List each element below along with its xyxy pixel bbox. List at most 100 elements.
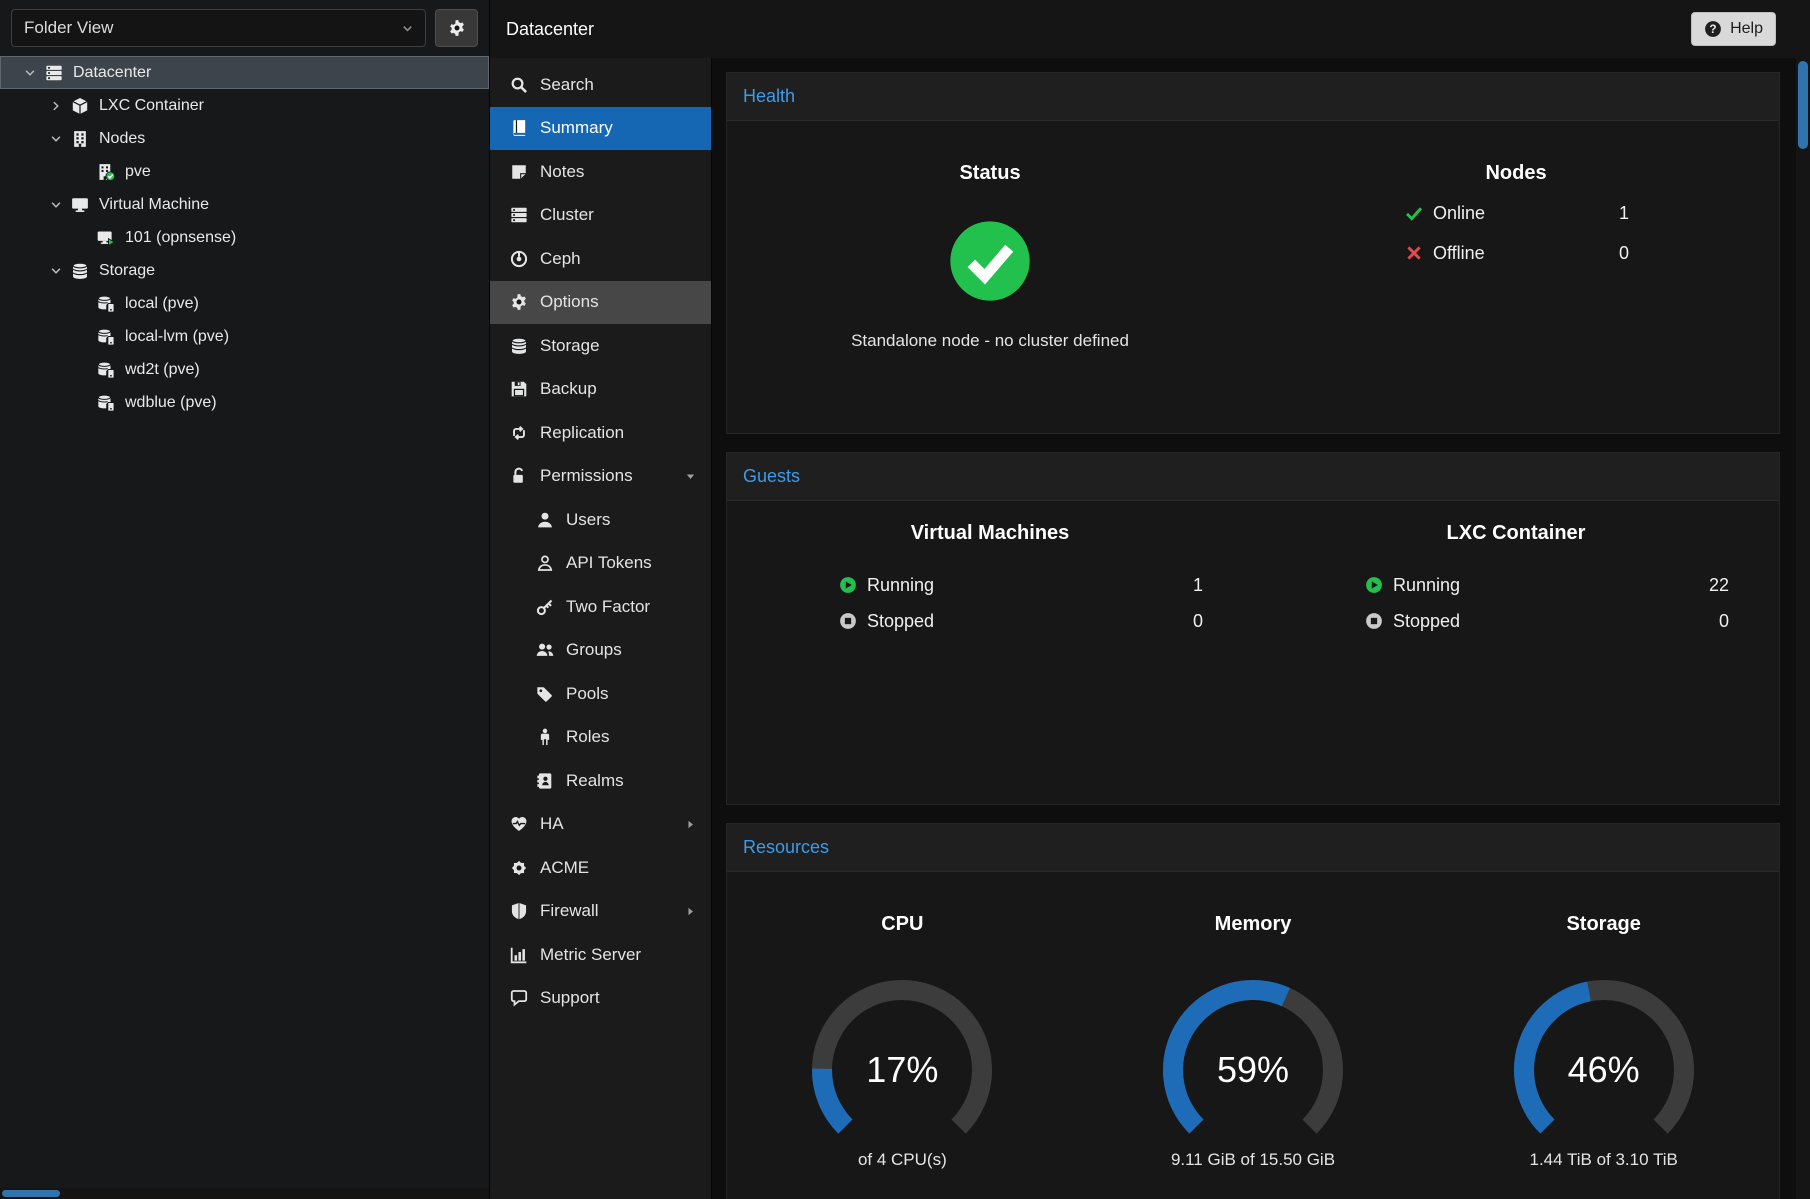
menu-item-search[interactable]: Search <box>490 63 711 107</box>
menu-item-label: Realms <box>566 771 624 791</box>
tree-item-label: Virtual Machine <box>99 196 209 214</box>
tree-item-label: local-lvm (pve) <box>125 328 229 346</box>
expander-down-icon[interactable] <box>18 66 42 80</box>
workspace: Datacenter ? Help SearchSummaryNotesClus… <box>490 0 1810 1199</box>
menu-item-label: Backup <box>540 379 597 399</box>
menu-item-label: Cluster <box>540 205 594 225</box>
gauge-caption: of 4 CPU(s) <box>727 1150 1078 1170</box>
guest-status-value: 22 <box>1709 575 1729 596</box>
server-icon <box>42 64 66 82</box>
menu-item-label: Users <box>566 510 610 530</box>
expander-down-icon[interactable] <box>44 264 68 278</box>
book-icon <box>508 119 530 137</box>
menu-item-support[interactable]: Support <box>490 977 711 1021</box>
chart-icon <box>508 946 530 964</box>
view-mode-select[interactable]: Folder View <box>11 9 426 47</box>
gauge-cpu: CPU17%of 4 CPU(s) <box>727 872 1078 1199</box>
guest-status-row-stopped: Stopped0 <box>837 603 1203 639</box>
user-icon <box>534 511 556 529</box>
menu-item-options[interactable]: Options <box>490 281 711 325</box>
guest-status-rows: Running22Stopped0 <box>1363 567 1729 639</box>
vertical-scrollbar-thumb[interactable] <box>1798 61 1808 149</box>
unlock-icon <box>508 467 530 485</box>
menu-item-label: Replication <box>540 423 624 443</box>
tree-item-storage[interactable]: Storage <box>0 254 489 287</box>
gear-icon <box>508 293 530 311</box>
resources-gauges: CPU17%of 4 CPU(s)Memory59%9.11 GiB of 15… <box>727 872 1779 1199</box>
tree-item-wdblue-pve[interactable]: wdblue (pve) <box>0 386 489 419</box>
proxmox-app: Folder View Datacenter LXC Container Nodes… <box>0 0 1810 1199</box>
menu-item-api-tokens[interactable]: API Tokens <box>490 542 711 586</box>
menu-item-permissions[interactable]: Permissions <box>490 455 711 499</box>
tree-settings-button[interactable] <box>435 9 478 47</box>
tree-item-virtual-machine[interactable]: Virtual Machine <box>0 188 489 221</box>
stop-icon <box>837 612 859 630</box>
menu-item-realms[interactable]: Realms <box>490 759 711 803</box>
menu-item-metric-server[interactable]: Metric Server <box>490 933 711 977</box>
menu-item-ceph[interactable]: Ceph <box>490 237 711 281</box>
health-panel: Health Status Standalone node - no clust… <box>726 72 1780 434</box>
cross-icon <box>1403 244 1425 262</box>
monitor-icon <box>68 196 92 214</box>
tree-item-label: LXC Container <box>99 97 204 115</box>
run-icon <box>1363 576 1385 594</box>
help-button[interactable]: ? Help <box>1691 12 1776 46</box>
tree-item-pve[interactable]: pve <box>0 155 489 188</box>
content-area: Health Status Standalone node - no clust… <box>712 58 1810 1199</box>
tree-item-label: 101 (opnsense) <box>125 229 236 247</box>
menu-item-ha[interactable]: HA <box>490 803 711 847</box>
main-region: SearchSummaryNotes Cluster Ceph OptionsStor… <box>490 58 1810 1199</box>
tree-item-datacenter[interactable]: Datacenter <box>0 56 489 89</box>
guests-panel-title: Guests <box>743 466 800 487</box>
monitor-play-icon <box>94 229 118 247</box>
vertical-scrollbar[interactable] <box>1796 58 1810 1199</box>
db-disk-icon <box>94 394 118 412</box>
menu-item-storage[interactable]: Storage <box>490 324 711 368</box>
menu-item-roles[interactable]: Roles <box>490 716 711 760</box>
menu-item-users[interactable]: Users <box>490 498 711 542</box>
expander-down-icon[interactable] <box>44 198 68 212</box>
tree-item-label: wd2t (pve) <box>125 361 200 379</box>
tree-item-local-pve[interactable]: local (pve) <box>0 287 489 320</box>
note-icon <box>508 163 530 181</box>
tree-horizontal-scrollbar[interactable] <box>0 1188 489 1199</box>
resource-tree-panel: Folder View Datacenter LXC Container Nodes… <box>0 0 490 1199</box>
menu-item-groups[interactable]: Groups <box>490 629 711 673</box>
guest-status-row-running: Running1 <box>837 567 1203 603</box>
menu-item-firewall[interactable]: Firewall <box>490 890 711 934</box>
tree-item-lxc-container[interactable]: LXC Container <box>0 89 489 122</box>
config-menu: SearchSummaryNotes Cluster Ceph OptionsStor… <box>490 58 712 1199</box>
menu-item-label: Support <box>540 988 600 1008</box>
menu-item-notes[interactable]: Notes <box>490 150 711 194</box>
expander-right-icon[interactable] <box>44 99 68 113</box>
guests-column-lxc-container: LXC ContainerRunning22Stopped0 <box>1253 501 1779 804</box>
gauge-caption: 1.44 TiB of 3.10 TiB <box>1428 1150 1779 1170</box>
tree-item-label: pve <box>125 163 151 181</box>
menu-item-label: Ceph <box>540 249 581 269</box>
menu-item-backup[interactable]: Backup <box>490 368 711 412</box>
menu-item-replication[interactable]: Replication <box>490 411 711 455</box>
gauge-chart: 59% <box>1143 978 1363 1146</box>
menu-item-pools[interactable]: Pools <box>490 672 711 716</box>
menu-item-label: API Tokens <box>566 553 652 573</box>
menu-item-label: HA <box>540 814 564 834</box>
chevron-down-icon <box>395 16 419 40</box>
tree-item-101-opnsense[interactable]: 101 (opnsense) <box>0 221 489 254</box>
gauge-percent: 46% <box>1494 1049 1714 1091</box>
tree-item-nodes[interactable]: Nodes <box>0 122 489 155</box>
tree-item-wd2t-pve[interactable]: wd2t (pve) <box>0 353 489 386</box>
menu-item-acme[interactable]: ACME <box>490 846 711 890</box>
menu-item-summary[interactable]: Summary <box>490 107 711 151</box>
menu-item-cluster[interactable]: Cluster <box>490 194 711 238</box>
tree-toolbar: Folder View <box>0 0 489 56</box>
check-icon <box>1403 204 1425 222</box>
horizontal-scrollbar-thumb[interactable] <box>2 1190 60 1197</box>
menu-item-two-factor[interactable]: Two Factor <box>490 585 711 629</box>
health-panel-header: Health <box>727 73 1779 121</box>
guest-status-value: 0 <box>1719 611 1729 632</box>
tree-item-local-lvm-pve[interactable]: local-lvm (pve) <box>0 320 489 353</box>
user-o-icon <box>534 554 556 572</box>
menu-item-label: Pools <box>566 684 609 704</box>
expander-down-icon[interactable] <box>44 132 68 146</box>
guests-panel: Guests Virtual MachinesRunning1Stopped0L… <box>726 452 1780 805</box>
